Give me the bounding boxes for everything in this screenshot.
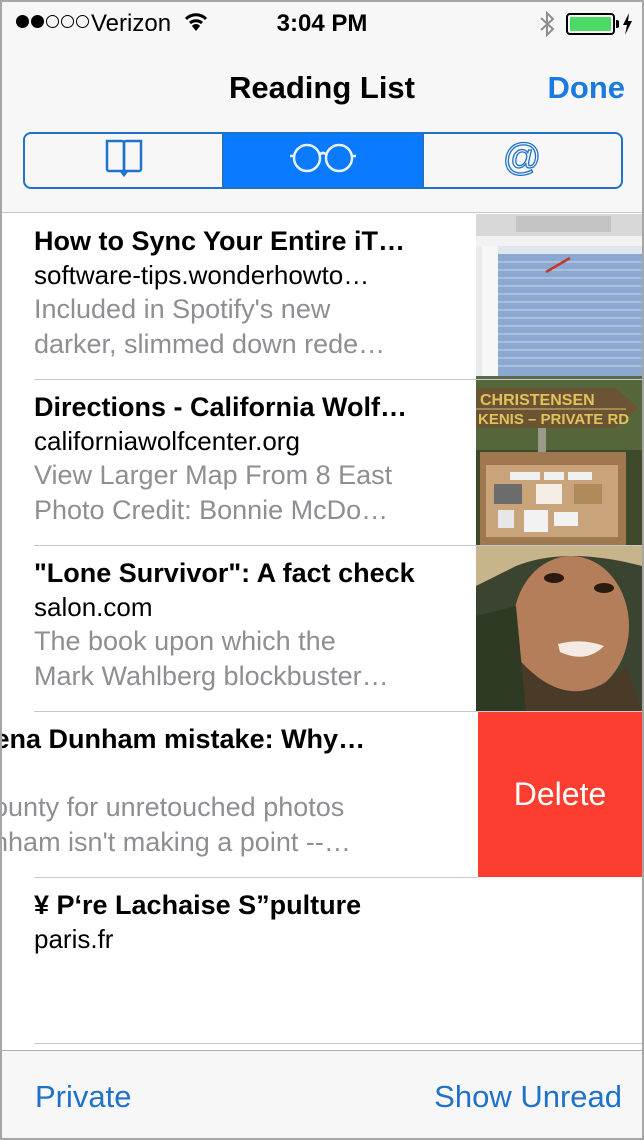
list-item[interactable]: Directions - California Wolf… california…: [2, 380, 642, 546]
item-excerpt: darker, slimmed down rede…: [34, 329, 386, 359]
item-excerpt: Photo Credit: Bonnie McDo…: [34, 495, 389, 525]
list-item[interactable]: ¥ P‘re Lachaise S”pulture paris.fr: [2, 878, 642, 1044]
phone-screen: Verizon 3:04 PM Reading List Done @ How …: [0, 0, 644, 1140]
item-excerpt: View Larger Map From 8 East: [34, 460, 393, 490]
item-excerpt: Mark Wahlberg blockbuster…: [34, 661, 389, 691]
item-domain: californiawolfcenter.org: [34, 426, 300, 456]
show-unread-button[interactable]: Show Unread: [434, 1079, 622, 1115]
list-item-text: How to Sync Your Entire iT… software-tip…: [34, 224, 474, 362]
svg-text:@: @: [503, 138, 542, 178]
list-item-text: Directions - California Wolf… california…: [34, 390, 474, 528]
book-icon: [103, 138, 145, 183]
item-excerpt: unham isn't making a point --…: [2, 827, 351, 857]
item-domain: paris.fr: [34, 924, 114, 954]
tab-reading-list[interactable]: [222, 134, 422, 187]
item-title: Directions - California Wolf…: [34, 392, 408, 422]
item-title: ¥ P‘re Lachaise S”pulture: [34, 890, 362, 920]
item-title: How to Sync Your Entire iT…: [34, 226, 406, 256]
item-title: "Lone Survivor": A fact check: [34, 558, 415, 588]
wolf-center-thumbnail: CHRISTENSEN KENIS – PRIVATE RD: [476, 380, 642, 545]
bluetooth-icon: [539, 10, 555, 42]
row-separator: [34, 1043, 642, 1044]
segmented-control: @: [23, 132, 623, 189]
list-item[interactable]: How to Sync Your Entire iT… software-tip…: [2, 214, 642, 380]
status-bar: Verizon 3:04 PM: [2, 2, 642, 42]
bottom-toolbar: Private Show Unread: [2, 1050, 642, 1138]
list-item[interactable]: "Lone Survivor": A fact check salon.com …: [2, 546, 642, 712]
item-domain: software-tips.wonderhowto…: [34, 260, 370, 290]
private-button[interactable]: Private: [35, 1079, 131, 1115]
item-excerpt: bounty for unretouched photos: [2, 792, 345, 822]
delete-button[interactable]: Delete: [478, 712, 642, 877]
list-item-swiped[interactable]: Lena Dunham mistake: Why… n bounty for u…: [2, 712, 642, 878]
reading-list: How to Sync Your Entire iT… software-tip…: [2, 214, 642, 1050]
item-domain: salon.com: [34, 592, 153, 622]
item-title: Lena Dunham mistake: Why…: [2, 724, 366, 754]
list-item-text: "Lone Survivor": A fact check salon.com …: [34, 556, 474, 694]
svg-text:KENIS – PRIVATE RD: KENIS – PRIVATE RD: [478, 411, 629, 428]
done-button[interactable]: Done: [548, 70, 626, 106]
header: Verizon 3:04 PM Reading List Done @: [2, 2, 642, 213]
svg-text:CHRISTENSEN: CHRISTENSEN: [480, 392, 595, 409]
page-title: Reading List: [228, 70, 415, 105]
list-item-text: ¥ P‘re Lachaise S”pulture paris.fr: [34, 888, 474, 956]
at-sign-icon: @: [502, 136, 542, 183]
glasses-icon: [288, 141, 358, 180]
item-domain: n: [2, 756, 418, 790]
list-item-text: Lena Dunham mistake: Why… n bounty for u…: [2, 722, 418, 860]
battery-icon: [566, 13, 615, 35]
lone-survivor-thumbnail: [476, 546, 642, 711]
battery-tip: [616, 20, 619, 28]
item-excerpt: Included in Spotify's new: [34, 294, 331, 324]
tab-bookmarks[interactable]: [25, 134, 222, 187]
itunes-match-thumbnail: [476, 214, 642, 379]
tab-shared-links[interactable]: @: [421, 134, 621, 187]
item-excerpt: The book upon which the: [34, 626, 336, 656]
charging-bolt-icon: [621, 12, 633, 41]
